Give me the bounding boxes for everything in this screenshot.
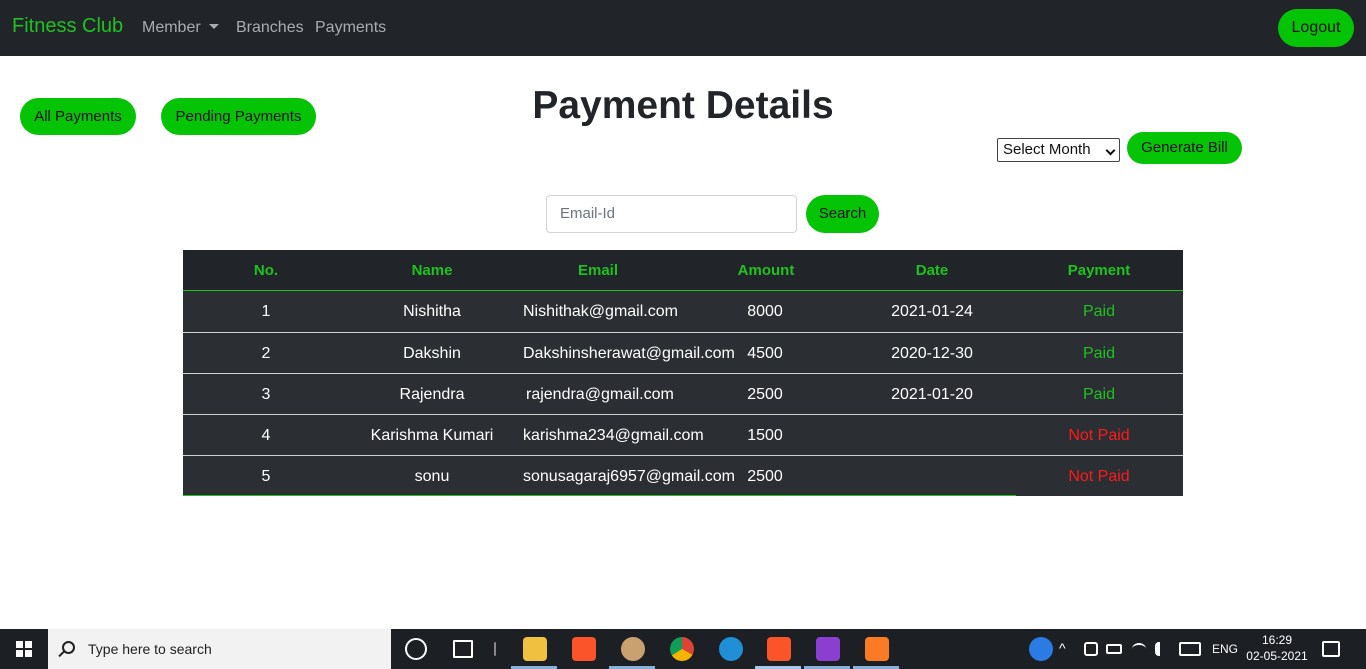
cell-no: 3 — [261, 386, 271, 403]
cell-amount: 2500 — [747, 468, 783, 485]
payments-table: No. Name Email Amount Date Payment 1 Nis… — [183, 250, 1183, 496]
chrome-icon[interactable] — [670, 637, 694, 661]
help-icon[interactable] — [1029, 637, 1053, 661]
volume-icon[interactable] — [1155, 642, 1169, 656]
taskbar-search-text: Type here to search — [88, 641, 212, 657]
cell-name: Dakshin — [403, 345, 461, 362]
cell-date: 2021-01-20 — [891, 386, 973, 403]
system-clock[interactable]: 16:29 02-05-2021 — [1246, 632, 1308, 664]
file-explorer-icon[interactable] — [523, 637, 547, 661]
table-row: 2 Dakshin Dakshinsherawat@gmail.com 4500… — [183, 332, 1183, 373]
header-name: Name — [411, 262, 453, 279]
cell-payment-status: Paid — [1082, 345, 1116, 362]
month-select-value: Select Month — [1003, 141, 1091, 158]
table-row: 1 Nishitha Nishithak@gmail.com 8000 2021… — [183, 291, 1183, 332]
nav-member-dropdown[interactable]: Member — [142, 19, 219, 37]
wifi-icon[interactable] — [1132, 643, 1146, 655]
brave-browser-active-icon[interactable] — [767, 637, 791, 661]
cell-date: 2020-12-30 — [891, 345, 973, 362]
language-indicator[interactable]: ENG — [1212, 642, 1238, 656]
header-no: No. — [253, 262, 279, 279]
cell-payment-status: Paid — [1082, 386, 1116, 403]
taskbar-divider — [494, 642, 496, 656]
cell-payment-status: Paid — [1082, 303, 1116, 320]
cell-name: Karishma Kumari — [370, 427, 494, 444]
cell-no: 2 — [261, 345, 271, 362]
navbar: Fitness Club Member Branches Payments Lo… — [0, 0, 1366, 56]
logout-button[interactable]: Logout — [1278, 9, 1354, 47]
header-payment: Payment — [1067, 262, 1131, 279]
keyboard-icon[interactable] — [1179, 642, 1201, 656]
task-view-icon[interactable] — [453, 640, 473, 658]
media-app-icon[interactable] — [621, 637, 645, 661]
cell-amount: 8000 — [747, 303, 783, 320]
page-title: Payment Details — [532, 84, 834, 127]
nav-branches[interactable]: Branches — [236, 19, 304, 37]
taskbar-search-box[interactable]: Type here to search — [48, 629, 391, 669]
windows-icon — [16, 641, 32, 657]
pending-payments-button[interactable]: Pending Payments — [161, 98, 316, 135]
cell-payment-status: Not Paid — [1068, 427, 1130, 444]
chevron-down-icon — [1105, 145, 1116, 156]
table-bottom-border — [183, 495, 1016, 496]
cell-no: 5 — [261, 468, 271, 485]
search-button[interactable]: Search — [806, 195, 879, 233]
header-email: Email — [577, 262, 619, 279]
brave-browser-icon[interactable] — [572, 637, 596, 661]
chevron-up-icon[interactable]: ^ — [1059, 640, 1066, 656]
clock-date: 02-05-2021 — [1246, 649, 1308, 663]
table-row: 5 sonu sonusagaraj6957@gmail.com 2500 No… — [183, 455, 1183, 496]
start-button[interactable] — [0, 629, 48, 669]
table-row: 4 Karishma Kumari karishma234@gmail.com … — [183, 414, 1183, 455]
clock-time: 16:29 — [1261, 633, 1293, 647]
search-icon — [62, 641, 75, 654]
battery-icon[interactable] — [1106, 644, 1122, 654]
nav-payments[interactable]: Payments — [315, 19, 386, 37]
cell-name: sonu — [414, 468, 450, 485]
device-icon[interactable] — [1084, 642, 1098, 656]
cell-name: Nishitha — [403, 303, 461, 320]
all-payments-button[interactable]: All Payments — [20, 98, 136, 135]
cell-name: Rajendra — [399, 386, 465, 403]
table-row: 3 Rajendra rajendra@gmail.com 2500 2021-… — [183, 373, 1183, 414]
caret-down-icon — [208, 24, 219, 29]
cell-date: 2021-01-24 — [891, 303, 973, 320]
month-select[interactable]: Select Month — [997, 138, 1120, 162]
cell-amount: 4500 — [747, 345, 783, 362]
nav-member-label: Member — [142, 19, 201, 36]
cell-amount: 2500 — [747, 386, 783, 403]
visual-studio-icon[interactable] — [816, 637, 840, 661]
edge-icon[interactable] — [719, 637, 743, 661]
windows-taskbar: Type here to search ^ ENG 16:29 02-05-20… — [0, 629, 1366, 669]
cortana-icon[interactable] — [405, 638, 427, 660]
cell-amount: 1500 — [747, 427, 783, 444]
cell-no: 1 — [261, 303, 271, 320]
xampp-icon[interactable] — [865, 637, 889, 661]
header-date: Date — [915, 262, 949, 279]
email-search-input[interactable]: Email-Id — [546, 195, 797, 233]
table-header: No. Name Email Amount Date Payment — [183, 250, 1183, 291]
cell-payment-status: Not Paid — [1068, 468, 1130, 485]
brand-link[interactable]: Fitness Club — [12, 15, 123, 38]
header-amount: Amount — [737, 262, 795, 279]
generate-bill-button[interactable]: Generate Bill — [1127, 132, 1242, 164]
cell-no: 4 — [261, 427, 271, 444]
notification-icon[interactable] — [1322, 641, 1340, 657]
